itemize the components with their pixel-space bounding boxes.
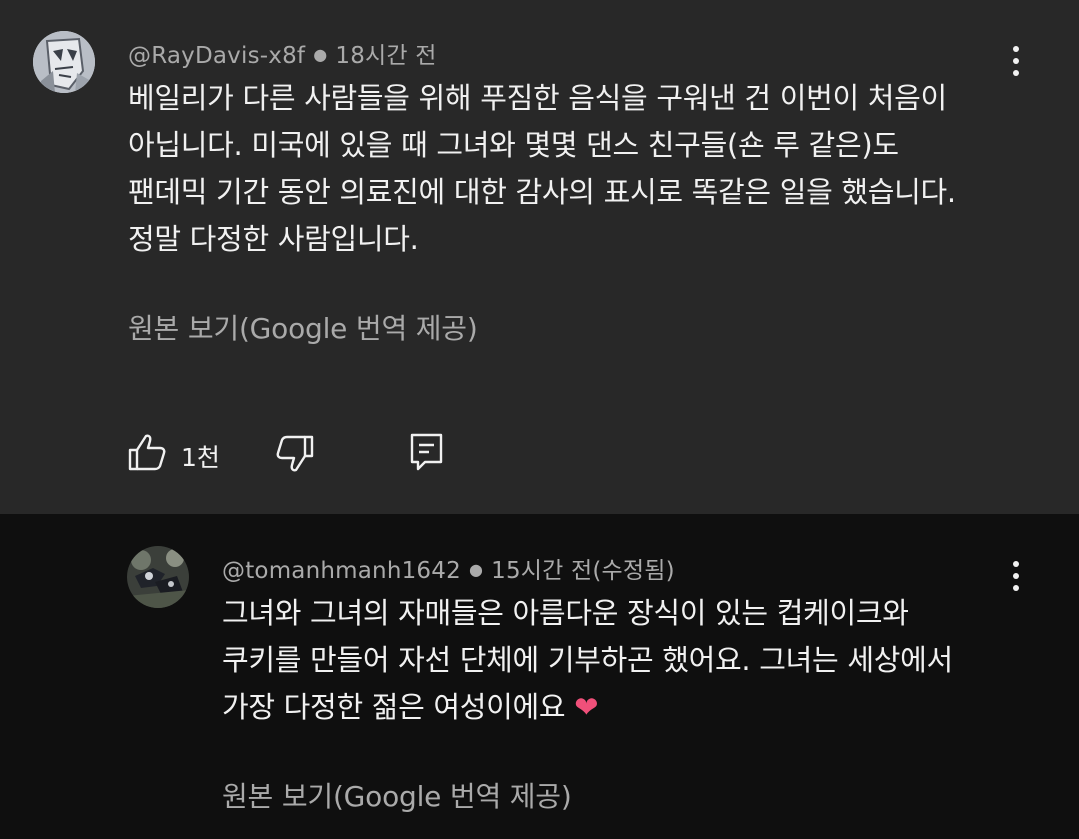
- user-avatar-icon: [33, 31, 95, 93]
- timestamp[interactable]: 15시간 전(수정됨): [491, 558, 675, 584]
- user-avatar-icon: [127, 546, 189, 608]
- comment-text: 그녀와 그녀의 자매들은 아름다운 장식이 있는 컵케이크와 쿠키를 만들어 자…: [222, 590, 953, 731]
- like-count: 1천: [181, 443, 220, 472]
- comment-line: 팬데믹 기간 동안 의료진에 대한 감사의 표시로 똑같은 일을 했습니다.: [128, 175, 956, 209]
- comment-line: 정말 다정한 사람입니다.: [128, 222, 419, 256]
- comment-line: 그녀와 그녀의 자매들은 아름다운 장식이 있는 컵케이크와: [222, 596, 909, 630]
- comment-meta: @tomanhmanh1642 ● 15시간 전(수정됨): [222, 551, 675, 585]
- author-name[interactable]: @tomanhmanh1642: [222, 558, 461, 584]
- more-vertical-icon: [1013, 46, 1019, 52]
- thumbs-up-icon: [128, 434, 166, 471]
- timestamp[interactable]: 18시간 전: [335, 43, 436, 69]
- author-name[interactable]: @RayDavis-x8f: [128, 43, 305, 69]
- comment-line: 베일리가 다른 사람들을 위해 푸짐한 음식을 구워낸 건 이번이 처음이: [128, 81, 947, 115]
- avatar[interactable]: [127, 546, 189, 608]
- avatar[interactable]: [33, 31, 95, 93]
- comment-meta: @RayDavis-x8f ● 18시간 전: [128, 36, 437, 70]
- reply-card: @tomanhmanh1642 ● 15시간 전(수정됨) 그녀와 그녀의 자매들은…: [0, 514, 1079, 839]
- comment-line: 아닙니다. 미국에 있을 때 그녀와 몇몇 댄스 친구들(숀 루 같은)도: [128, 128, 899, 162]
- more-options-button[interactable]: [1001, 41, 1031, 81]
- comment-icon: [410, 433, 443, 471]
- comment-line: 쿠키를 만들어 자선 단체에 기부하곤 했어요. 그녀는 세상에서: [222, 643, 953, 677]
- reply-button[interactable]: [409, 432, 445, 472]
- comment-card: @RayDavis-x8f ● 18시간 전 베일리가 다른 사람들을 위해 푸짐한…: [0, 0, 1079, 514]
- comment-text: 베일리가 다른 사람들을 위해 푸짐한 음식을 구워낸 건 이번이 처음이 아닙…: [128, 75, 956, 263]
- view-original-link[interactable]: 원본 보기(Google 번역 제공): [128, 307, 478, 347]
- comment-line-last: 가장 다정한 젊은 여성이에요 ❤: [222, 690, 599, 724]
- separator-dot: ●: [313, 45, 328, 64]
- dislike-button[interactable]: [275, 434, 315, 474]
- view-original-link[interactable]: 원본 보기(Google 번역 제공): [222, 775, 572, 815]
- heart-emoji-icon: ❤: [574, 690, 599, 724]
- more-options-button[interactable]: [1001, 556, 1031, 596]
- separator-dot: ●: [468, 560, 484, 579]
- thumbs-down-icon: [276, 435, 314, 472]
- more-vertical-icon: [1013, 561, 1019, 567]
- like-button[interactable]: [127, 432, 167, 472]
